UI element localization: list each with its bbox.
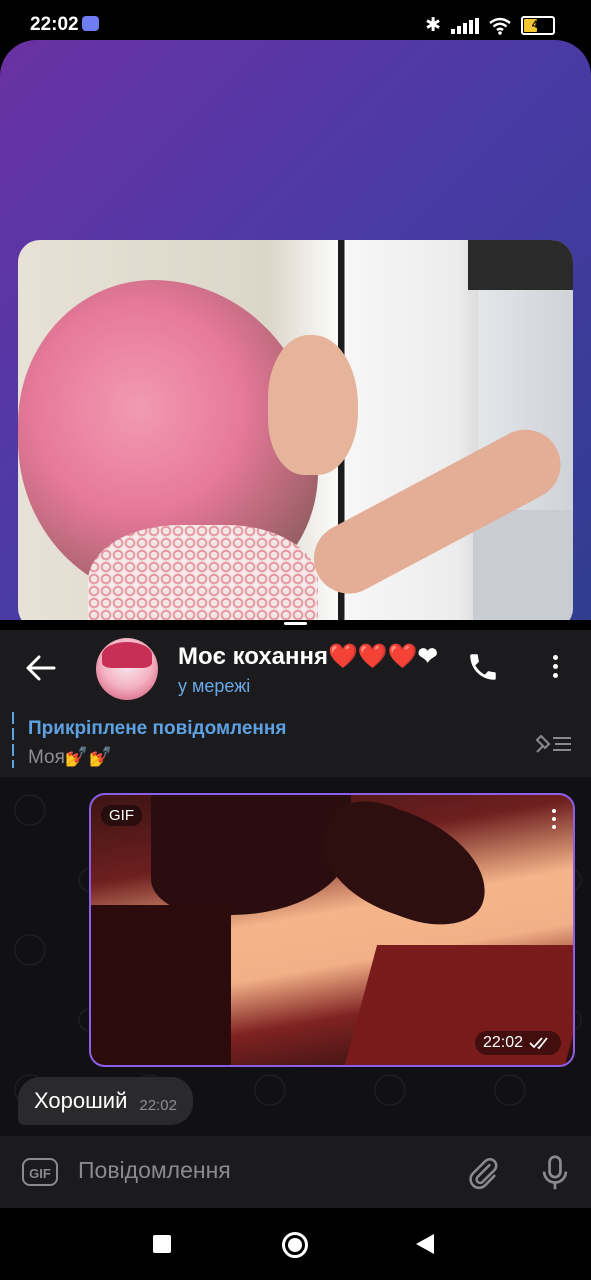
battery-icon: 42 [521,16,555,35]
more-vert-icon[interactable] [549,809,559,835]
back-button[interactable] [416,1234,434,1254]
pinned-message[interactable]: Прикріплене повідомлення Моя💅💅 [0,705,591,777]
gif-image [91,795,573,1065]
bluetooth-icon: ✱ [425,15,441,36]
status-icons: ✱ 42 [425,14,555,37]
photo-image[interactable] [18,240,573,620]
wifi-icon [489,17,511,35]
pinned-title: Прикріплене повідомлення [28,718,287,739]
text-message[interactable]: Хороший 22:02 [18,1077,193,1125]
pinned-indicator [12,712,14,768]
recents-button[interactable] [153,1235,171,1253]
gif-button[interactable]: GIF [22,1158,58,1186]
home-button[interactable] [282,1232,308,1258]
message-time: 22:02 [139,1096,177,1114]
message-time: 22:02 [474,1031,561,1055]
mini-app-panel [0,40,591,620]
message-input[interactable] [76,1156,450,1185]
message-composer: GIF [0,1136,591,1208]
avatar[interactable] [96,638,158,700]
phone-icon[interactable] [466,650,500,684]
double-check-icon [529,1037,548,1050]
pin-list-icon[interactable] [533,732,573,756]
pinned-text: Моя💅💅 [28,747,113,768]
chat-title[interactable]: Моє кохання❤️❤️❤️❤ [178,642,450,671]
gif-badge: GIF [101,805,142,826]
gif-message[interactable]: GIF 22:02 [89,793,575,1067]
back-arrow-icon[interactable] [24,652,58,684]
attach-icon[interactable] [466,1156,500,1190]
gif-time-text: 22:02 [482,1034,523,1051]
signal-icon [451,17,479,34]
status-time: 22:02 [30,14,79,35]
chat-status: у мережі [178,676,251,696]
split-handle[interactable] [284,622,307,625]
discord-icon [82,16,99,31]
battery-level: 42 [531,19,545,31]
more-vert-icon[interactable] [540,652,570,684]
chat-header: Моє кохання❤️❤️❤️❤ у мережі [0,630,591,705]
mic-icon[interactable] [538,1154,572,1192]
message-text: Хороший [34,1088,128,1113]
system-nav-bar [0,1208,591,1280]
